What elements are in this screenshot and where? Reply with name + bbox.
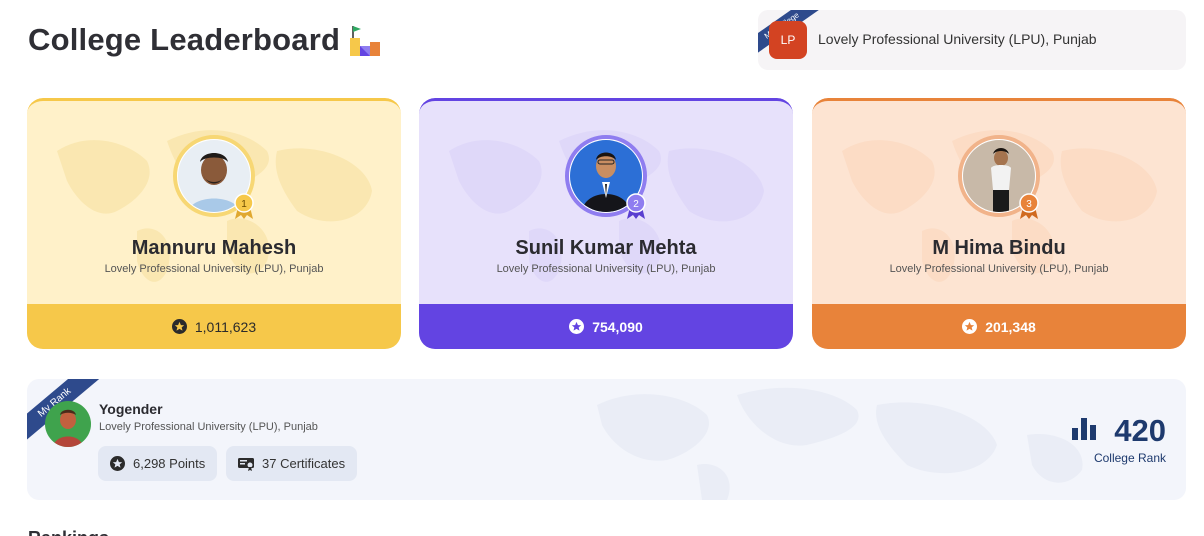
card-body: 3 M Hima Bindu Lovely Professional Unive…	[812, 98, 1186, 304]
leaderboard-card-rank-1[interactable]: 1 Mannuru Mahesh Lovely Professional Uni…	[27, 98, 401, 349]
podium-flag-icon	[350, 26, 380, 56]
student-university: Lovely Professional University (LPU), Pu…	[496, 263, 716, 275]
leaderboard-card-rank-2[interactable]: 2 Sunil Kumar Mehta Lovely Professional …	[419, 98, 793, 349]
points-chip: 6,298 Points	[98, 446, 218, 481]
star-icon	[171, 319, 187, 334]
points-bar: 1,011,623	[27, 304, 401, 349]
points-bar: 201,348	[812, 304, 1186, 349]
college-rank-label: College Rank	[1093, 451, 1166, 465]
student-name: Mannuru Mahesh	[131, 237, 297, 259]
avatar	[45, 401, 91, 447]
world-map-decoration	[597, 387, 1083, 500]
svg-text:2: 2	[633, 199, 639, 210]
card-body: 2 Sunil Kumar Mehta Lovely Professional …	[419, 98, 793, 304]
my-name: Yogender	[99, 401, 163, 417]
page-title: College Leaderboard	[28, 22, 341, 57]
my-rank-card[interactable]: My Rank Yogender Lovely Professional Uni…	[27, 379, 1186, 500]
bar-chart-icon	[1072, 418, 1096, 440]
svg-text:1: 1	[241, 199, 247, 210]
student-university: Lovely Professional University (LPU), Pu…	[104, 263, 324, 275]
leaderboard-card-rank-3[interactable]: 3 M Hima Bindu Lovely Professional Unive…	[812, 98, 1186, 349]
points-value: 754,090	[592, 318, 643, 335]
points-bar: 754,090	[419, 304, 793, 349]
star-icon	[569, 319, 585, 334]
points-value: 201,348	[985, 318, 1036, 335]
student-university: Lovely Professional University (LPU), Pu…	[889, 263, 1109, 275]
star-icon	[962, 319, 978, 334]
student-name: Sunil Kumar Mehta	[515, 237, 697, 259]
certificate-icon	[238, 457, 254, 471]
star-icon	[110, 456, 125, 471]
student-name: M Hima Bindu	[932, 237, 1066, 259]
rankings-section-title: Rankings	[28, 528, 109, 536]
my-college-card[interactable]: My College LP Lovely Professional Univer…	[758, 10, 1186, 70]
gold-medal-icon: 1	[234, 193, 254, 219]
points-text: 6,298 Points	[133, 456, 206, 471]
certificates-chip: 37 Certificates	[226, 446, 358, 481]
points-value: 1,011,623	[194, 318, 257, 335]
college-logo: LP	[769, 21, 807, 59]
bronze-medal-icon: 3	[1019, 193, 1039, 219]
certificates-text: 37 Certificates	[262, 456, 346, 471]
card-body: 1 Mannuru Mahesh Lovely Professional Uni…	[27, 98, 401, 304]
college-rank-value: 420	[1114, 413, 1166, 448]
svg-text:3: 3	[1026, 199, 1032, 210]
silver-medal-icon: 2	[626, 193, 646, 219]
my-university: Lovely Professional University (LPU), Pu…	[99, 421, 318, 433]
college-name: Lovely Professional University (LPU), Pu…	[818, 31, 1097, 47]
